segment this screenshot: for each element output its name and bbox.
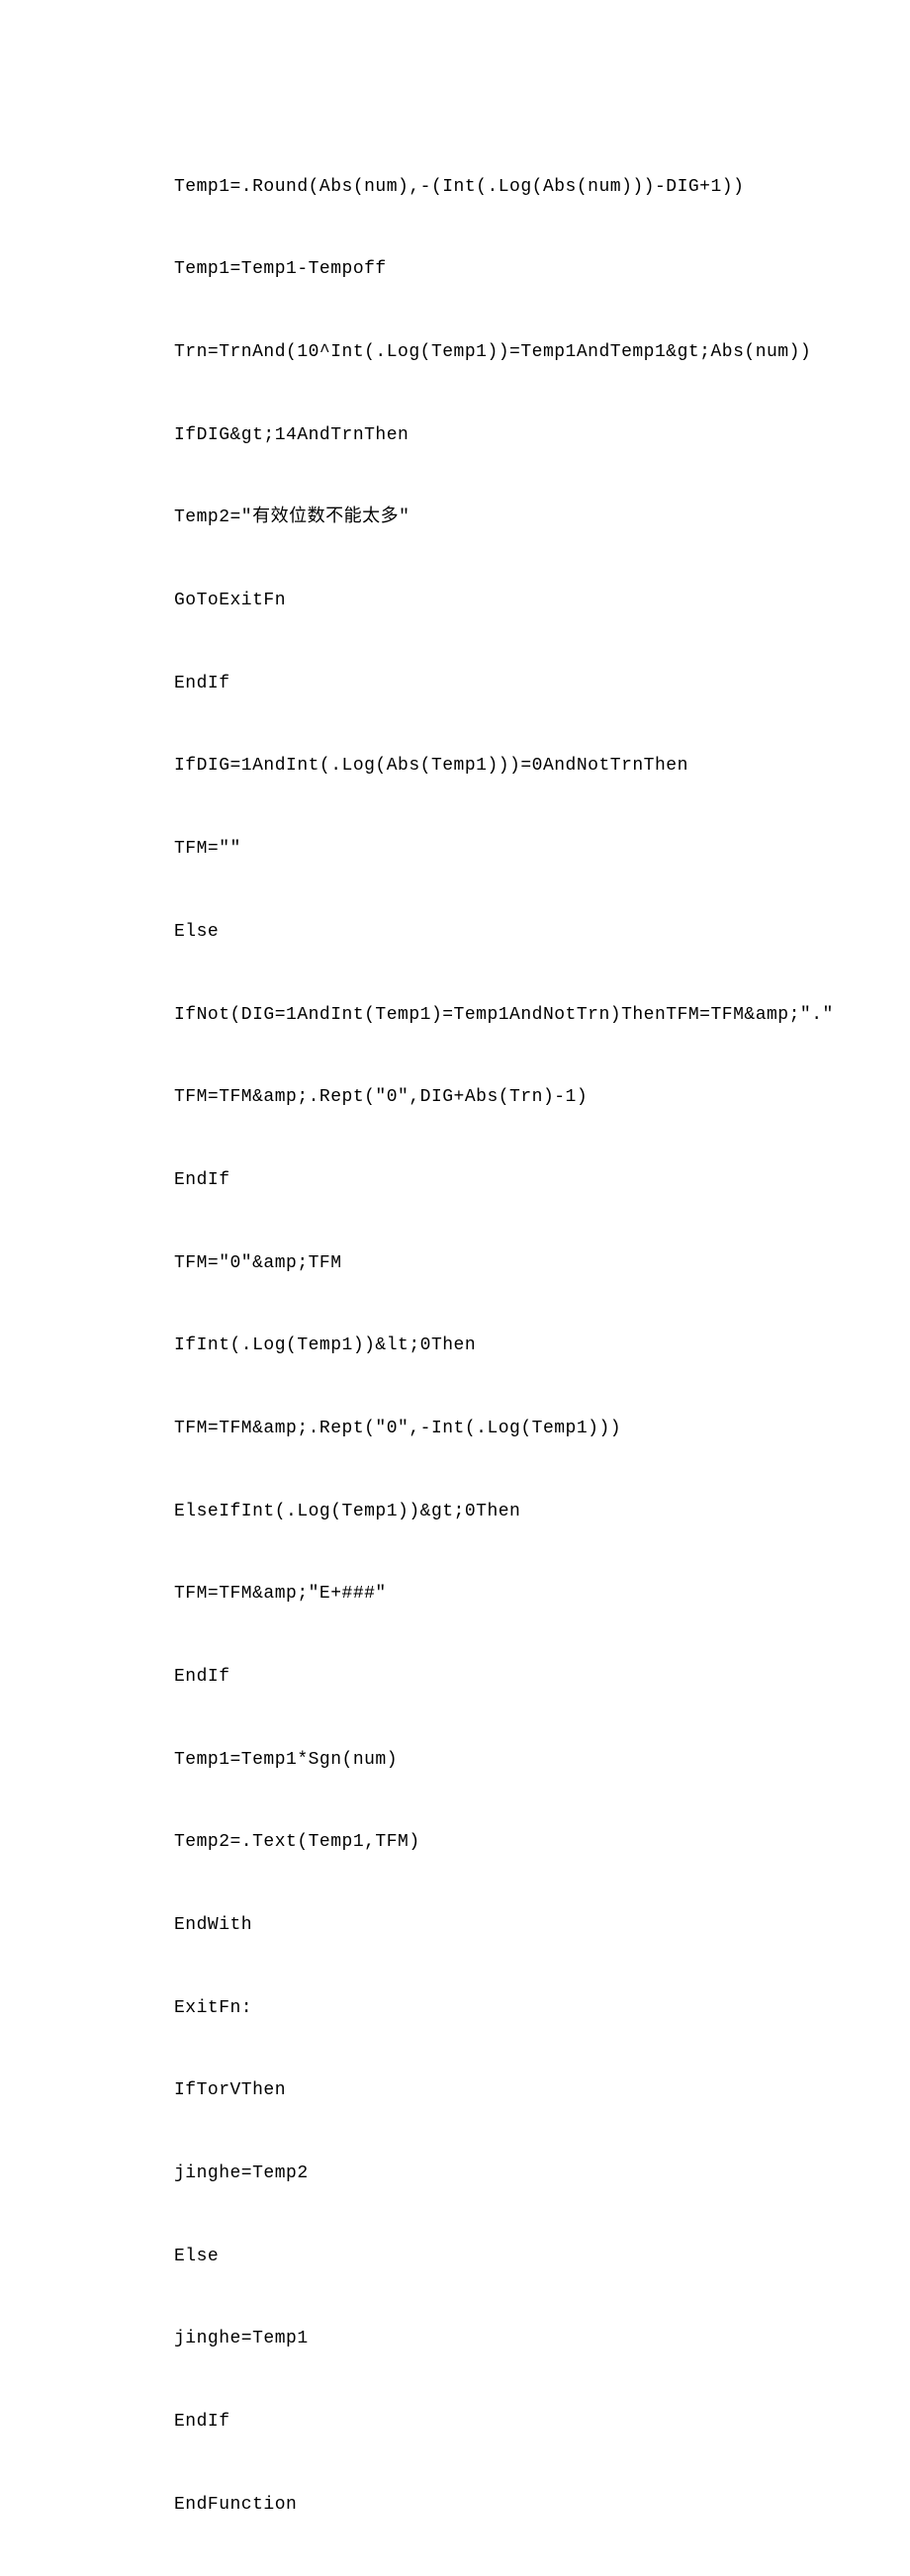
document-page: Temp1=.Round(Abs(num),-(Int(.Log(Abs(num… bbox=[0, 0, 910, 2576]
code-block: Temp1=.Round(Abs(num),-(Int(.Log(Abs(num… bbox=[138, 119, 772, 2574]
code-line: Trn=TrnAnd(10^Int(.Log(Temp1))=Temp1AndT… bbox=[174, 339, 772, 367]
code-line: TFM=TFM&amp;.Rept("0",-Int(.Log(Temp1))) bbox=[174, 1416, 772, 1443]
code-line: EndIf bbox=[174, 671, 772, 698]
code-line: EndWith bbox=[174, 1912, 772, 1940]
code-line: Temp1=Temp1*Sgn(num) bbox=[174, 1747, 772, 1775]
code-line: ElseIfInt(.Log(Temp1))&gt;0Then bbox=[174, 1499, 772, 1526]
code-line: GoToExitFn bbox=[174, 588, 772, 615]
code-line: Temp2="有效位数不能太多" bbox=[174, 505, 772, 532]
code-line: IfNot(DIG=1AndInt(Temp1)=Temp1AndNotTrn)… bbox=[174, 1002, 772, 1030]
code-line: IfInt(.Log(Temp1))&lt;0Then bbox=[174, 1333, 772, 1360]
code-line: TFM=TFM&amp;.Rept("0",DIG+Abs(Trn)-1) bbox=[174, 1084, 772, 1112]
code-line: TFM="0"&amp;TFM bbox=[174, 1250, 772, 1278]
code-line: EndIf bbox=[174, 2409, 772, 2437]
code-line: TFM=TFM&amp;"E+###" bbox=[174, 1581, 772, 1609]
code-line: TFM="" bbox=[174, 836, 772, 864]
code-line: ExitFn: bbox=[174, 1995, 772, 2023]
code-line: IfDIG&gt;14AndTrnThen bbox=[174, 422, 772, 450]
code-line: EndIf bbox=[174, 1167, 772, 1195]
code-line: Temp1=Temp1-Tempoff bbox=[174, 256, 772, 284]
code-line: jinghe=Temp2 bbox=[174, 2161, 772, 2188]
code-line: IfDIG=1AndInt(.Log(Abs(Temp1)))=0AndNotT… bbox=[174, 753, 772, 781]
code-line: Else bbox=[174, 919, 772, 947]
code-line: jinghe=Temp1 bbox=[174, 2326, 772, 2353]
code-line: Temp2=.Text(Temp1,TFM) bbox=[174, 1829, 772, 1857]
code-line: EndIf bbox=[174, 1664, 772, 1692]
code-line: Else bbox=[174, 2244, 772, 2271]
code-line: IfTorVThen bbox=[174, 2077, 772, 2105]
code-line: Temp1=.Round(Abs(num),-(Int(.Log(Abs(num… bbox=[174, 174, 772, 202]
code-line: EndFunction bbox=[174, 2492, 772, 2520]
body-paragraph-1: 自定义函数形式为：jinghe(数值,保留有效位数,返回文本或数值)，其中根据 … bbox=[138, 2574, 772, 2576]
